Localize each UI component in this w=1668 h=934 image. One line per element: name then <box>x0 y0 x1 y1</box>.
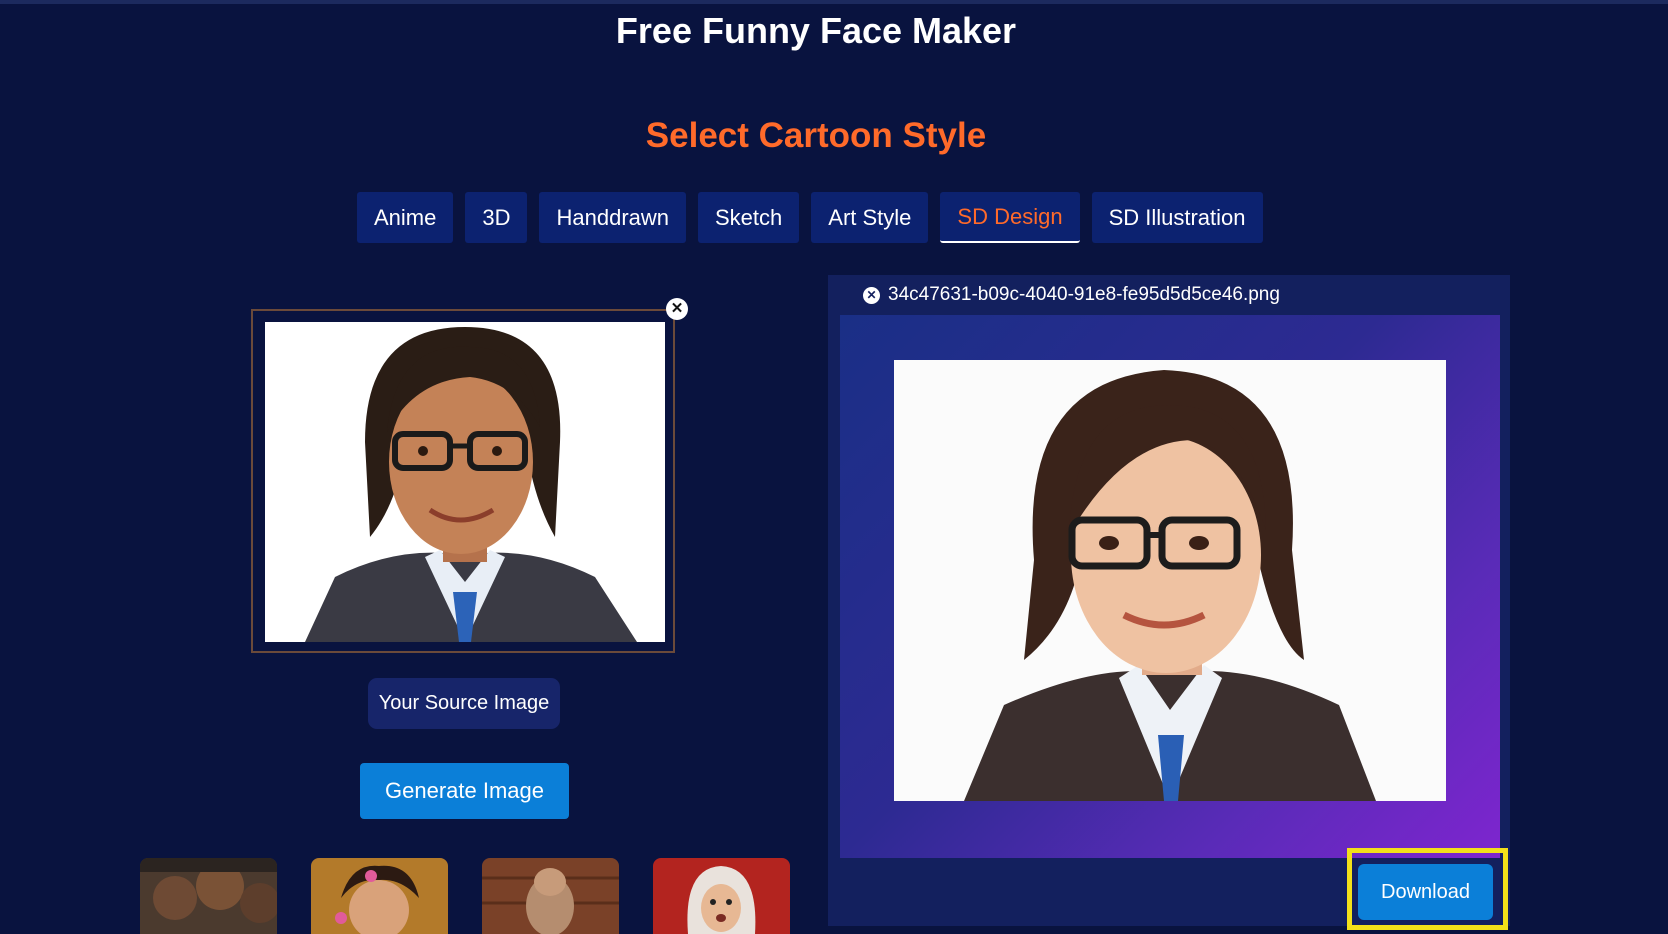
source-image-frame <box>251 309 675 653</box>
tab-art-style[interactable]: Art Style <box>811 192 929 243</box>
download-button[interactable]: Download <box>1358 864 1493 920</box>
page-title: Free Funny Face Maker <box>615 10 1017 51</box>
tab-sd-illustration[interactable]: SD Illustration <box>1091 192 1263 243</box>
remove-source-button[interactable]: ✕ <box>666 298 688 320</box>
sample-thumbnail-girl[interactable] <box>311 858 448 934</box>
top-border <box>0 0 1668 4</box>
tab-handdrawn[interactable]: Handdrawn <box>539 192 686 243</box>
page: Free Funny Face Maker Select Cartoon Sty… <box>0 0 1668 934</box>
tab-anime[interactable]: Anime <box>357 192 454 243</box>
result-image-container <box>840 315 1500 858</box>
sample-thumbnails <box>140 858 790 934</box>
tab-sd-design[interactable]: SD Design <box>940 192 1080 243</box>
result-panel: ✕ 34c47631-b09c-4040-91e8-fe95d5d5ce46.p… <box>828 275 1510 926</box>
result-file-row: ✕ 34c47631-b09c-4040-91e8-fe95d5d5ce46.p… <box>863 283 1280 307</box>
result-filename: 34c47631-b09c-4040-91e8-fe95d5d5ce46.png <box>888 284 1280 305</box>
tab-sketch[interactable]: Sketch <box>698 192 800 243</box>
source-image-label: Your Source Image <box>368 678 560 729</box>
sample-thumbnail-woman[interactable] <box>653 858 790 934</box>
style-tabs: Anime 3D Handdrawn Sketch Art Style SD D… <box>357 192 1263 243</box>
result-image <box>894 360 1446 801</box>
close-icon[interactable]: ✕ <box>863 286 880 304</box>
style-section-title: Select Cartoon Style <box>645 116 987 155</box>
source-image <box>265 322 665 642</box>
sample-thumbnail-children[interactable] <box>140 858 277 934</box>
generate-image-button[interactable]: Generate Image <box>360 763 569 819</box>
tab-3d[interactable]: 3D <box>465 192 528 243</box>
sample-thumbnail-statue[interactable] <box>482 858 619 934</box>
close-icon: ✕ <box>670 300 684 317</box>
